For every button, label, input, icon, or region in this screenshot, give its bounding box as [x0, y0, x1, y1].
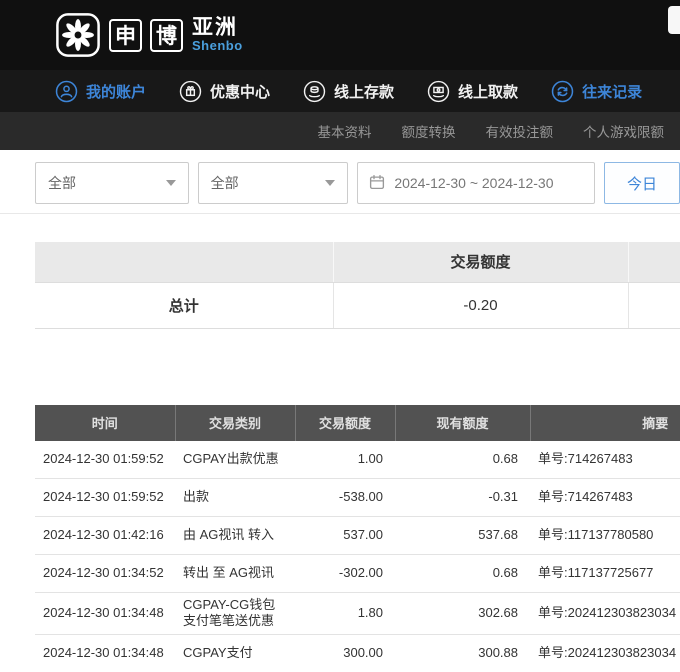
nav-item-withdraw[interactable]: 线上取款 — [427, 80, 518, 103]
nav-item-label: 我的账户 — [86, 81, 146, 102]
brand-char-2: 博 — [150, 19, 183, 52]
date-range-value: 2024-12-30 ~ 2024-12-30 — [394, 175, 553, 191]
col-header-note: 摘要 — [530, 405, 680, 441]
col-header-type: 交易类别 — [175, 405, 295, 441]
brand-subtitle: Shenbo — [192, 39, 243, 53]
transactions-header-row: 时间 交易类别 交易额度 现有额度 摘要 — [35, 405, 680, 441]
col-header-balance: 现有额度 — [395, 405, 530, 441]
cell-amount: 300.00 — [295, 634, 395, 672]
cell-time: 2024-12-30 01:34:48 — [35, 593, 175, 635]
user-icon — [55, 80, 78, 103]
cell-amount: -538.00 — [295, 479, 395, 517]
subnav-item-basic-info[interactable]: 基本资料 — [318, 121, 372, 141]
brand-logo[interactable]: 申 博 亚洲 Shenbo — [55, 12, 243, 58]
cell-balance: 302.68 — [395, 593, 530, 635]
cell-note: 单号:117137725677 — [530, 555, 680, 593]
cell-type: 转出 至 AG视讯 — [175, 555, 295, 593]
cell-note: 单号:202412303823034 — [530, 634, 680, 672]
table-row: 2024-12-30 01:59:52 出款 -538.00 -0.31 单号:… — [35, 479, 680, 517]
cell-type: 出款 — [175, 479, 295, 517]
top-header: 申 博 亚洲 Shenbo — [0, 0, 680, 70]
transactions-table: 时间 交易类别 交易额度 现有额度 摘要 2024-12-30 01:59:52… — [35, 405, 680, 672]
cell-time: 2024-12-30 01:59:52 — [35, 479, 175, 517]
nav-item-label: 线上取款 — [458, 81, 518, 102]
cell-time: 2024-12-30 01:42:16 — [35, 517, 175, 555]
sub-nav: 基本资料 额度转换 有效投注额 个人游戏限额 — [0, 112, 680, 150]
floating-widget-cut[interactable] — [668, 6, 680, 34]
cell-type: 由 AG视讯 转入 — [175, 517, 295, 555]
summary-header-amount: 交易额度 — [333, 242, 628, 282]
cell-time: 2024-12-30 01:59:52 — [35, 441, 175, 479]
main-nav: 我的账户 优惠中心 线上存款 — [0, 70, 680, 112]
subnav-item-personal-game-limit[interactable]: 个人游戏限额 — [583, 121, 664, 141]
summary-total-row: 总计 -0.20 — [35, 282, 680, 328]
col-header-amount: 交易额度 — [295, 405, 395, 441]
cell-balance: -0.31 — [395, 479, 530, 517]
gift-icon — [179, 80, 202, 103]
cell-type: CGPAY支付 — [175, 634, 295, 672]
chevron-down-icon — [325, 180, 335, 186]
pinwheel-flower-icon — [55, 12, 101, 58]
cell-balance: 300.88 — [395, 634, 530, 672]
table-row: 2024-12-30 01:34:48 CGPAY-CG钱包支付笔笔送优惠 1.… — [35, 593, 680, 635]
cell-type: CGPAY出款优惠 — [175, 441, 295, 479]
category-select[interactable]: 全部 — [198, 162, 349, 204]
table-row: 2024-12-30 01:59:52 CGPAY出款优惠 1.00 0.68 … — [35, 441, 680, 479]
cell-amount: 1.00 — [295, 441, 395, 479]
records-icon — [551, 80, 574, 103]
cell-type: CGPAY-CG钱包支付笔笔送优惠 — [175, 593, 295, 635]
type-select[interactable]: 全部 — [35, 162, 189, 204]
summary-header-empty — [35, 242, 333, 282]
cell-amount: -302.00 — [295, 555, 395, 593]
subnav-item-balance-transfer[interactable]: 额度转换 — [402, 121, 456, 141]
summary-header-cut — [628, 242, 680, 282]
col-header-time: 时间 — [35, 405, 175, 441]
table-row: 2024-12-30 01:42:16 由 AG视讯 转入 537.00 537… — [35, 517, 680, 555]
deposit-hand-icon — [303, 80, 326, 103]
calendar-icon — [368, 173, 386, 194]
filter-divider — [0, 213, 680, 214]
summary-table: 交易额度 总计 -0.20 — [35, 242, 680, 329]
nav-item-label: 往来记录 — [582, 81, 642, 102]
cell-note: 单号:714267483 — [530, 479, 680, 517]
cell-note: 单号:117137780580 — [530, 517, 680, 555]
today-button[interactable]: 今日 — [604, 162, 680, 204]
brand-char-1: 申 — [109, 19, 142, 52]
chevron-down-icon — [166, 180, 176, 186]
nav-item-deposit[interactable]: 线上存款 — [303, 80, 394, 103]
filter-bar: 全部 全部 2024-12-30 ~ 2024-12-30 今日 — [35, 162, 680, 204]
cell-note: 单号:714267483 — [530, 441, 680, 479]
summary-total-value: -0.20 — [333, 282, 628, 328]
nav-item-my-account[interactable]: 我的账户 — [55, 80, 146, 103]
cell-time: 2024-12-30 01:34:52 — [35, 555, 175, 593]
nav-item-label: 优惠中心 — [210, 81, 270, 102]
subnav-item-valid-bets[interactable]: 有效投注额 — [486, 121, 554, 141]
cell-balance: 537.68 — [395, 517, 530, 555]
summary-total-label: 总计 — [35, 282, 333, 328]
summary-total-cut — [628, 282, 680, 328]
cell-balance: 0.68 — [395, 555, 530, 593]
withdraw-hand-icon — [427, 80, 450, 103]
summary-header-row: 交易额度 — [35, 242, 680, 282]
cell-time: 2024-12-30 01:34:48 — [35, 634, 175, 672]
nav-item-promotions[interactable]: 优惠中心 — [179, 80, 270, 103]
table-row: 2024-12-30 01:34:52 转出 至 AG视讯 -302.00 0.… — [35, 555, 680, 593]
brand-region: 亚洲 — [192, 17, 243, 39]
table-row: 2024-12-30 01:34:48 CGPAY支付 300.00 300.8… — [35, 634, 680, 672]
cell-amount: 537.00 — [295, 517, 395, 555]
date-range-picker[interactable]: 2024-12-30 ~ 2024-12-30 — [357, 162, 595, 204]
nav-item-label: 线上存款 — [334, 81, 394, 102]
page: 申 博 亚洲 Shenbo 我的账户 — [0, 0, 680, 672]
cell-note: 单号:202412303823034 — [530, 593, 680, 635]
type-select-value: 全部 — [48, 173, 76, 193]
category-select-value: 全部 — [211, 173, 239, 193]
cell-balance: 0.68 — [395, 441, 530, 479]
nav-item-transaction-records[interactable]: 往来记录 — [551, 80, 642, 103]
cell-amount: 1.80 — [295, 593, 395, 635]
